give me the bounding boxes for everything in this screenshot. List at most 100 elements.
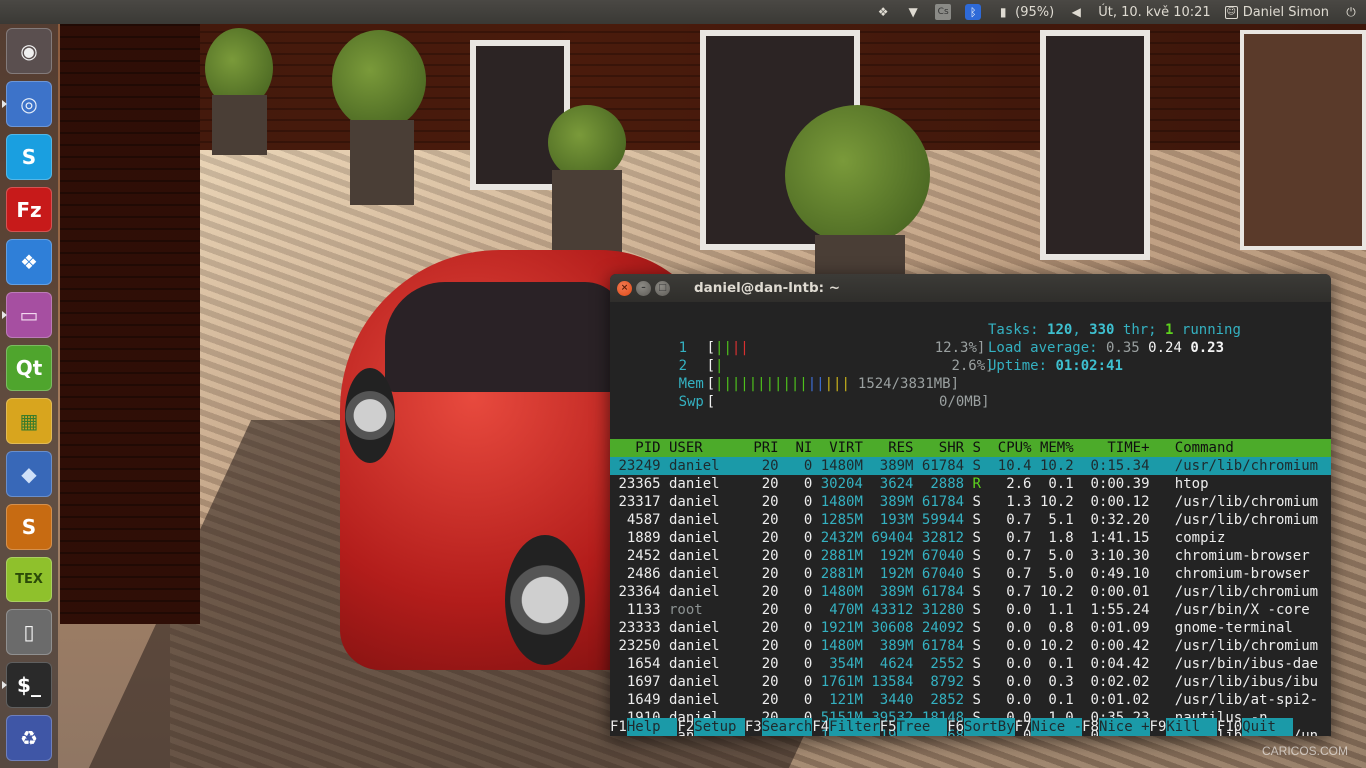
launcher-item[interactable]: ▯ [6,609,52,656]
table-row[interactable]: 23365 daniel 20 0 30204 3624 2888 R 2.6 0.1 0:00.3… [610,475,1331,493]
launcher-item[interactable]: S [6,133,52,180]
fkey-label: Kill [1166,718,1217,736]
cell-mem: 0.1 [1048,476,1074,492]
cell-virt: 1480M [820,494,863,510]
fkey-f6[interactable]: F6 SortBy [947,718,1015,736]
launcher-item[interactable]: $_ [2,662,52,709]
fkey-f2[interactable]: F2 Setup [677,718,745,736]
cell-cmd: /usr/lib/chromium [1174,458,1319,474]
fkey-f5[interactable]: F5 Tree [880,718,948,736]
fkey-f1[interactable]: F1 Help [610,718,678,736]
fkey-f8[interactable]: F8 Nice + [1082,718,1150,736]
minimize-icon[interactable]: – [636,280,651,296]
cell-mem: 5.1 [1048,512,1074,528]
table-row[interactable]: 23364 daniel 20 0 1480M 389M 61784 S 0.7 10.2 0:00… [610,583,1331,601]
table-row[interactable]: 2452 daniel 20 0 2881M 192M 67040 S 0.7 5.0 3:10.3… [610,547,1331,565]
column-header: CPU% [997,440,1032,456]
table-row[interactable]: 23333 daniel 20 0 1921M 30608 24092 S 0.0 0.8 0:01… [610,619,1331,637]
cell-cmd: /usr/lib/chromium [1174,638,1319,654]
launcher-item[interactable]: Fz [6,186,52,233]
maximize-icon[interactable]: □ [655,280,670,296]
cell-cpu: 0.7 [1006,548,1032,564]
fkey-f3[interactable]: F3 Search [745,718,813,736]
launcher-item[interactable]: ▦ [6,398,52,444]
dropbox-icon: ❖ [877,5,889,19]
launcher-item[interactable]: S [6,503,52,550]
launcher-item[interactable]: Qt [6,345,52,392]
user-menu[interactable]: ☺ Daniel Simon [1218,0,1336,24]
cell-s: S [972,494,981,510]
keyboard-indicator[interactable]: Cs [928,0,958,24]
cell-cpu: 0.7 [1006,566,1032,582]
table-row[interactable]: 23250 daniel 20 0 1480M 389M 61784 S 0.0 10.2 0:00… [610,637,1331,655]
launcher-item[interactable]: ◆ [6,450,52,497]
cell-cpu: 2.6 [1006,476,1032,492]
fkey-f7[interactable]: F7 Nice - [1015,718,1083,736]
launcher-item[interactable]: ▭ [2,292,52,339]
cell-cmd: /usr/lib/chromium [1174,584,1319,600]
running-indicator [2,681,7,690]
table-row[interactable]: 4587 daniel 20 0 1285M 193M 59944 S 0.7 5.1 0:32.2… [610,511,1331,529]
cell-pid: 1133 [626,602,661,618]
table-row[interactable]: 23249 daniel 20 0 1480M 389M 61784 S 10.4 10.2 0:1… [610,457,1331,475]
dropbox-indicator[interactable]: ❖ [868,0,898,24]
plant-pot [552,170,622,260]
window-titlebar[interactable]: × – □ daniel@dan-lntb: ~ [610,274,1331,302]
cell-mem: 10.2 [1039,638,1074,654]
cell-time: 0:15.34 [1090,458,1150,474]
fkey-label: Quit [1242,718,1293,736]
cell-cmd: /usr/lib/at-spi2- [1174,692,1319,708]
trash-icon: ♻ [20,726,38,751]
table-row[interactable]: 2486 daniel 20 0 2881M 192M 67040 S 0.7 5.0 0:49.1… [610,565,1331,583]
table-row[interactable]: 1649 daniel 20 0 121M 3440 2852 S 0.0 0.1 0:01.02 /… [610,691,1331,709]
cell-ni: 0 [803,566,813,582]
table-row[interactable]: 23317 daniel 20 0 1480M 389M 61784 S 1.3 10.2 0:00… [610,493,1331,511]
meter-value: 0/0MB] [939,394,990,410]
launcher-item[interactable]: ◎ [2,80,52,127]
load-average: Load average: 0.35 0.24 0.23 [988,339,1224,357]
cell-cmd: chromium-browser [1174,548,1310,564]
cell-virt: 2881M [820,566,863,582]
cell-mem: 1.8 [1048,530,1074,546]
cell-res: 4624 [879,656,914,672]
process-table-header[interactable]: PID USER PRI NI VIRT RES SHR S CPU% MEM% TIME+ Comm… [610,439,1331,457]
swap-meter: Swp[0/0MB] [678,394,990,410]
close-icon[interactable]: × [617,280,632,296]
clock-indicator[interactable]: Út, 10. kvě 10:21 [1091,0,1218,24]
bluetooth-indicator[interactable]: ᛒ [958,0,988,24]
fkey-f10[interactable]: F10 Quit [1217,718,1293,736]
cell-pid: 2452 [626,548,661,564]
cell-pid: 23317 [618,494,661,510]
cell-user: root [669,602,703,618]
htop-screen[interactable]: 1 [|||| 12.3%] 2 [| 2.6%] Mem [||||||||||||||… [610,302,1331,736]
table-row[interactable]: 1133 root 20 0 470M 43312 31280 S 0.0 1.1 1:55.24 /… [610,601,1331,619]
fkey-f9[interactable]: F9 Kill [1150,718,1217,736]
bluetooth-icon: ᛒ [965,4,982,20]
session-menu[interactable]: ⏻ [1336,0,1366,24]
cell-s: S [972,458,981,474]
cell-res: 193M [879,512,914,528]
column-header: Command [1174,440,1234,456]
cell-cmd: /usr/lib/chromium [1174,512,1319,528]
fkey-f4[interactable]: F4 Filter [812,718,880,736]
cell-cmd: /usr/lib/ibus/ibu [1174,674,1319,690]
cell-shr: 8792 [930,674,965,690]
network-indicator[interactable]: ▼ [898,0,928,24]
cell-s: S [972,692,981,708]
fkey-label: Filter [829,718,880,736]
cell-user: daniel [669,476,720,492]
cell-pri: 20 [761,656,779,672]
cell-ni: 0 [803,656,813,672]
sublime-text-icon: S [21,514,37,539]
table-row[interactable]: 1697 daniel 20 0 1761M 13584 8792 S 0.0 0.3 0:02.0… [610,673,1331,691]
launcher-item[interactable]: ❖ [6,239,52,286]
launcher-item[interactable]: ◉ [6,28,52,74]
sound-indicator[interactable]: ◀ [1061,0,1091,24]
launcher-item[interactable]: ♻ [6,715,52,762]
table-row[interactable]: 1889 daniel 20 0 2432M 69404 32812 S 0.7 1.8 1:41.… [610,529,1331,547]
launcher-item[interactable]: TEX [6,556,52,603]
column-header: SHR [938,440,965,456]
terminal-window[interactable]: × – □ daniel@dan-lntb: ~ 1 [|||| 12.3%] 2[… [610,274,1331,736]
table-row[interactable]: 1654 daniel 20 0 354M 4624 2552 S 0.0 0.1 0:04.42 /… [610,655,1331,673]
battery-indicator[interactable]: ▮ (95%) [988,0,1061,24]
